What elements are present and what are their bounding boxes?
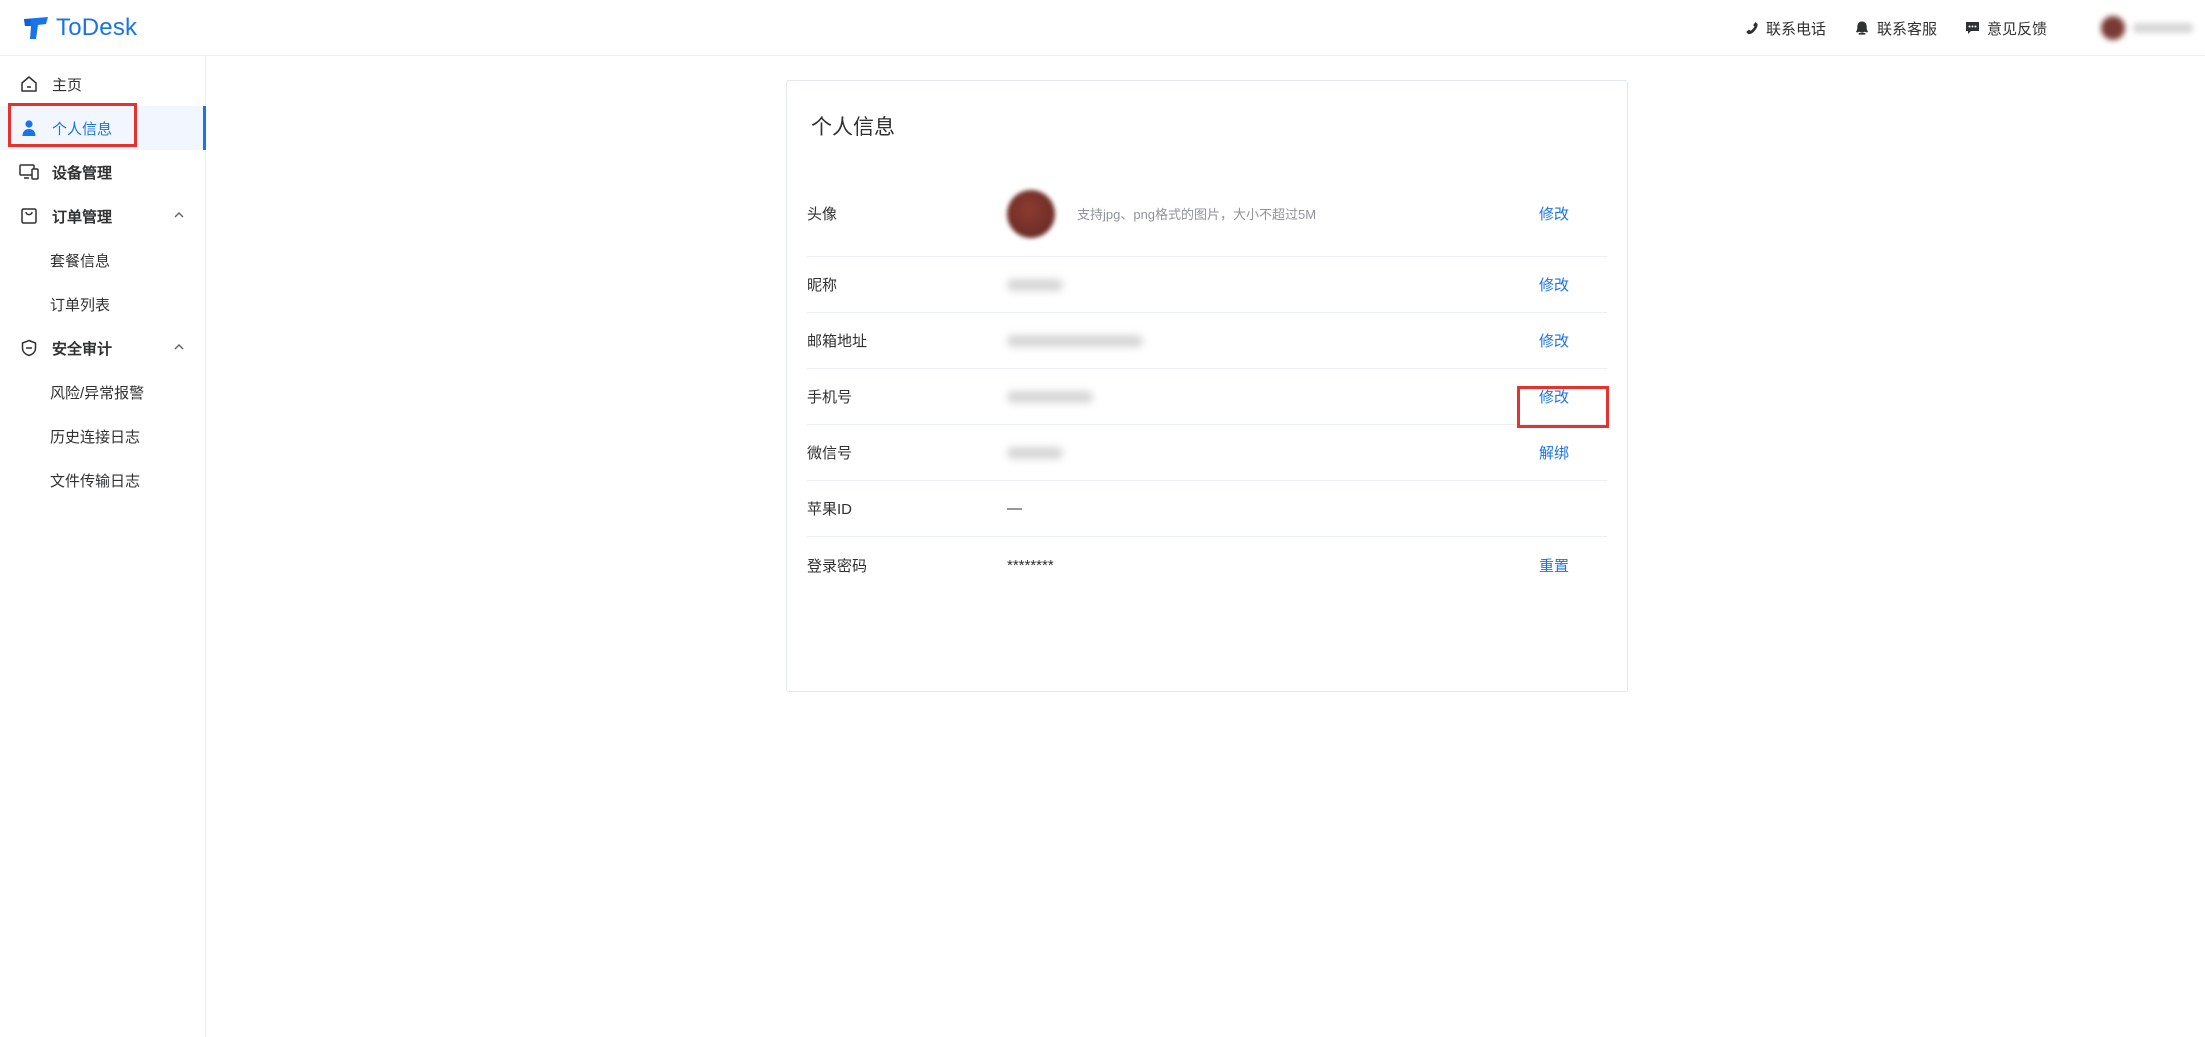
user-icon: [18, 117, 40, 139]
profile-row-nickname: 昵称 修改: [807, 257, 1607, 313]
sidebar-subitem-connection-logs[interactable]: 历史连接日志: [0, 414, 205, 458]
sidebar: 主页 个人信息 设备管理 订单管理 套餐信息 订单列表 安全审计 风险/异常报警: [0, 56, 206, 1037]
logo-text: ToDesk: [56, 14, 138, 41]
contact-phone-label: 联系电话: [1765, 20, 1826, 38]
redacted-nickname: [1007, 278, 1063, 291]
sidebar-item-orders[interactable]: 订单管理: [0, 194, 205, 238]
edit-phone-button[interactable]: 修改: [1539, 386, 1569, 407]
sidebar-subitem-plan-info[interactable]: 套餐信息: [0, 238, 205, 282]
profile-card: 个人信息 头像 支持jpg、png格式的图片，大小不超过5M 修改 昵称 修改 …: [786, 80, 1628, 692]
row-label: 头像: [807, 206, 838, 223]
profile-row-password: 登录密码 ******** 重置: [807, 537, 1607, 593]
avatar-hint: 支持jpg、png格式的图片，大小不超过5M: [1077, 207, 1317, 222]
sidebar-item-label: 个人信息: [52, 120, 113, 138]
profile-row-email: 邮箱地址 修改: [807, 313, 1607, 369]
profile-row-phone: 手机号 修改: [807, 369, 1607, 425]
row-label: 邮箱地址: [807, 333, 868, 350]
sidebar-subitem-label: 套餐信息: [50, 252, 111, 270]
feedback-link[interactable]: 意见反馈: [1965, 18, 2047, 39]
chevron-up-icon[interactable]: [173, 341, 185, 353]
sidebar-subitem-label: 风险/异常报警: [50, 384, 145, 402]
todesk-logo[interactable]: ToDesk: [22, 13, 137, 43]
phone-icon: [1746, 22, 1758, 35]
profile-rows: 头像 支持jpg、png格式的图片，大小不超过5M 修改 昵称 修改 邮箱地址 …: [807, 171, 1607, 593]
sidebar-subitem-order-list[interactable]: 订单列表: [0, 282, 205, 326]
profile-row-wechat: 微信号 解绑: [807, 425, 1607, 481]
user-name-redacted: [2133, 23, 2193, 33]
customer-service-link[interactable]: 联系客服: [1854, 18, 1937, 39]
redacted-phone: [1007, 390, 1093, 403]
profile-row-avatar: 头像 支持jpg、png格式的图片，大小不超过5M 修改: [807, 171, 1607, 257]
row-value: [1007, 390, 1607, 403]
redacted-email: [1007, 334, 1143, 347]
row-value: [1007, 334, 1607, 347]
sidebar-item-label: 主页: [52, 76, 83, 94]
sidebar-subitem-label: 历史连接日志: [50, 428, 141, 446]
sidebar-item-label: 订单管理: [52, 208, 113, 226]
devices-icon: [18, 161, 40, 183]
avatar: [2101, 16, 2125, 40]
customer-service-label: 联系客服: [1876, 20, 1937, 38]
home-icon: [18, 73, 40, 95]
sidebar-item-home[interactable]: 主页: [0, 62, 205, 106]
sidebar-item-profile[interactable]: 个人信息: [0, 106, 206, 150]
shield-icon: [18, 337, 40, 359]
sidebar-item-label: 设备管理: [52, 164, 113, 182]
profile-row-apple-id: 苹果ID —: [807, 481, 1607, 537]
feedback-label: 意见反馈: [1986, 20, 2047, 38]
redacted-wechat: [1007, 446, 1063, 459]
chevron-up-icon[interactable]: [173, 209, 185, 221]
edit-avatar-button[interactable]: 修改: [1539, 203, 1569, 224]
feedback-icon: [1965, 22, 1979, 34]
sidebar-item-security-audit[interactable]: 安全审计: [0, 326, 205, 370]
sidebar-subitem-risk-alerts[interactable]: 风险/异常报警: [0, 370, 205, 414]
avatar: [1007, 189, 1055, 238]
row-value: [1007, 278, 1607, 291]
row-label: 昵称: [807, 277, 838, 294]
sidebar-subitem-label: 订单列表: [50, 296, 111, 314]
row-value: —: [1007, 500, 1022, 517]
sidebar-subitem-label: 文件传输日志: [50, 472, 141, 490]
user-menu[interactable]: [2093, 8, 2205, 48]
row-value: 支持jpg、png格式的图片，大小不超过5M: [1007, 189, 1607, 238]
reset-password-button[interactable]: 重置: [1539, 555, 1569, 576]
header-actions: 联系电话 联系客服 意见反馈: [1717, 0, 2047, 56]
page-title: 个人信息: [811, 116, 895, 139]
row-label: 微信号: [807, 445, 853, 462]
sidebar-subitem-file-transfer-logs[interactable]: 文件传输日志: [0, 458, 205, 502]
edit-nickname-button[interactable]: 修改: [1539, 274, 1569, 295]
row-label: 登录密码: [807, 557, 868, 575]
todesk-logo-icon: [24, 17, 48, 39]
row-label: 手机号: [807, 389, 853, 406]
row-value: [1007, 446, 1607, 459]
edit-email-button[interactable]: 修改: [1539, 330, 1569, 351]
shopping-bag-icon: [18, 205, 40, 227]
top-header: ToDesk 联系电话 联系客服 意见反馈: [0, 0, 2205, 56]
contact-phone-link[interactable]: 联系电话: [1745, 18, 1826, 39]
sidebar-item-devices[interactable]: 设备管理: [0, 150, 205, 194]
customer-service-icon: [1855, 21, 1868, 35]
row-label: 苹果ID: [807, 501, 853, 518]
row-value: ********: [1007, 556, 1054, 574]
sidebar-item-label: 安全审计: [52, 340, 113, 358]
unbind-wechat-button[interactable]: 解绑: [1539, 442, 1569, 463]
